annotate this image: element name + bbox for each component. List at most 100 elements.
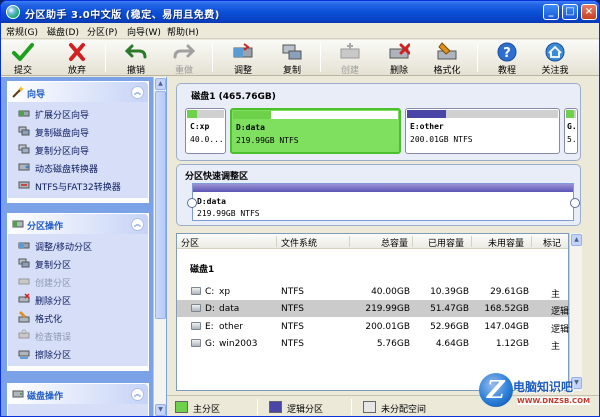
sidebar-item-label: NTFS与FAT32转换器 bbox=[35, 183, 121, 193]
legend-unallocated-label: 未分配空间 bbox=[381, 405, 427, 415]
resize-handle-left[interactable] bbox=[187, 198, 197, 208]
cell-label: xp bbox=[219, 287, 231, 297]
collapse-chevron-icon[interactable]: ︽ bbox=[131, 388, 144, 401]
menu-general[interactable]: 常规(G) bbox=[6, 25, 38, 38]
column-header-total[interactable]: 总容量 bbox=[381, 236, 408, 249]
column-header-partition[interactable]: 分区 bbox=[181, 236, 199, 249]
sidebar-scrollbar[interactable]: ▲ ▼ bbox=[153, 77, 166, 416]
column-header-filesystem[interactable]: 文件系统 bbox=[281, 236, 317, 249]
follow-button[interactable]: 关注我 bbox=[535, 41, 575, 76]
column-divider[interactable] bbox=[276, 236, 277, 247]
column-divider[interactable] bbox=[471, 236, 472, 247]
cell-filesystem: NTFS bbox=[281, 287, 304, 297]
sidebar-item-label: 创建分区 bbox=[35, 279, 72, 289]
sidebar-item-ntfs-fat32-converter[interactable]: NTFS与FAT32转换器 bbox=[8, 176, 148, 194]
tutorial-button[interactable]: ? 教程 bbox=[487, 41, 527, 76]
sidebar-item-label: 复制分区 bbox=[35, 261, 72, 271]
disk-ops-group-header[interactable]: 磁盘操作 ︽ bbox=[8, 384, 148, 404]
copy-button[interactable]: 复制 bbox=[272, 41, 312, 76]
undo-button[interactable]: 撤销 bbox=[116, 41, 156, 76]
sidebar-scrollbar-thumb[interactable] bbox=[155, 91, 166, 319]
sidebar-item-copy-disk-wizard[interactable]: 复制磁盘向导 bbox=[8, 122, 148, 140]
sidebar-item-create-partition[interactable]: 创建分区 bbox=[8, 272, 148, 290]
cell-total: 40.00GB bbox=[371, 287, 410, 297]
format-icon bbox=[18, 311, 30, 323]
column-divider[interactable] bbox=[349, 236, 350, 247]
scroll-down-arrow-icon[interactable]: ▼ bbox=[155, 404, 166, 416]
quick-resize-slider[interactable]: D:data 219.99GB NTFS bbox=[192, 183, 574, 221]
adjust-button[interactable]: 调整 bbox=[223, 41, 263, 76]
watermark-letter: Z bbox=[487, 375, 505, 404]
menu-help[interactable]: 帮助(H) bbox=[167, 25, 199, 38]
sidebar-item-label: 扩展分区向导 bbox=[35, 111, 90, 121]
redo-button[interactable]: 重做 bbox=[164, 41, 204, 76]
menu-wizard[interactable]: 向导(W) bbox=[127, 25, 161, 38]
sidebar-item-wipe-partition[interactable]: 擦除分区 bbox=[8, 344, 148, 362]
column-header-used[interactable]: 已用容量 bbox=[428, 236, 464, 249]
undo-icon bbox=[124, 42, 147, 62]
column-divider[interactable] bbox=[412, 236, 413, 247]
copy-partition-icon bbox=[18, 257, 30, 269]
drive-icon bbox=[191, 322, 201, 330]
sidebar-item-copy-partition-wizard[interactable]: 复制分区向导 bbox=[8, 140, 148, 158]
resize-partition-icon bbox=[18, 239, 30, 251]
collapse-chevron-icon[interactable]: ︽ bbox=[131, 218, 144, 231]
cell-label: other bbox=[219, 322, 243, 332]
sidebar-item-label: 删除分区 bbox=[35, 297, 72, 307]
column-header-free[interactable]: 未用容量 bbox=[488, 236, 524, 249]
disk-icon bbox=[12, 388, 24, 400]
table-row[interactable]: G: win2003 NTFS 5.76GB 4.64GB 1.12GB 主 bbox=[177, 335, 568, 352]
scroll-up-arrow-icon[interactable]: ▲ bbox=[571, 234, 582, 246]
column-divider[interactable] bbox=[531, 236, 532, 247]
resize-handle-right[interactable] bbox=[570, 198, 580, 208]
discard-button[interactable]: 放弃 bbox=[57, 41, 97, 76]
submit-button[interactable]: 提交 bbox=[3, 41, 43, 76]
partition-block[interactable]: C:xp 40.0... bbox=[185, 108, 226, 154]
wizard-group-header[interactable]: 向导 ︽ bbox=[8, 82, 148, 102]
cell-filesystem: NTFS bbox=[281, 339, 304, 349]
create-button[interactable]: 创建 bbox=[330, 41, 370, 76]
menu-disk[interactable]: 磁盘(D) bbox=[47, 25, 79, 38]
legend-primary-label: 主分区 bbox=[193, 405, 221, 415]
primary-partition-swatch bbox=[175, 401, 188, 413]
minimize-button[interactable]: _ bbox=[543, 4, 559, 20]
wizard-group-title: 向导 bbox=[27, 90, 46, 100]
sidebar-item-format[interactable]: 格式化 bbox=[8, 308, 148, 326]
sidebar-item-resize-move[interactable]: 调整/移动分区 bbox=[8, 236, 148, 254]
table-scrollbar[interactable]: ▲ ▼ bbox=[569, 233, 582, 391]
delete-partition-icon bbox=[388, 42, 411, 62]
column-header-flag[interactable]: 标记 bbox=[543, 236, 561, 249]
menu-partition[interactable]: 分区(P) bbox=[87, 25, 117, 38]
partition-usage-bar bbox=[187, 110, 197, 118]
collapse-chevron-icon[interactable]: ︽ bbox=[131, 86, 144, 99]
partition-size: 219.99GB NTFS bbox=[236, 136, 299, 145]
sidebar-item-delete-partition[interactable]: 删除分区 bbox=[8, 290, 148, 308]
disk-ops-group: 磁盘操作 ︽ bbox=[7, 383, 149, 416]
format-button[interactable]: 格式化 bbox=[427, 41, 467, 76]
table-row[interactable]: C: xp NTFS 40.00GB 10.39GB 29.61GB 主 bbox=[177, 283, 568, 300]
maximize-button[interactable]: □ bbox=[562, 4, 578, 20]
sidebar-item-label: 动态磁盘转换器 bbox=[35, 165, 99, 175]
checkmark-icon bbox=[12, 42, 34, 62]
sidebar-item-extend-wizard[interactable]: 扩展分区向导 bbox=[8, 104, 148, 122]
partition-block[interactable]: G. 5. bbox=[564, 108, 578, 154]
delete-button[interactable]: 删除 bbox=[379, 41, 419, 76]
partition-block-selected[interactable]: D:data 219.99GB NTFS bbox=[230, 108, 401, 154]
create-partition-icon bbox=[339, 42, 361, 62]
table-row-selected[interactable]: D: data NTFS 219.99GB 51.47GB 168.52GB 逻… bbox=[177, 300, 569, 317]
legend-divider bbox=[351, 399, 352, 415]
title-bar[interactable]: 分区助手 3.0中文版 (稳定、易用且免费) _ □ × bbox=[1, 1, 599, 23]
cell-total: 5.76GB bbox=[376, 339, 410, 349]
partition-ops-icon bbox=[12, 218, 24, 230]
close-button[interactable]: × bbox=[581, 4, 597, 20]
partition-block[interactable]: E:other 200.01GB NTFS bbox=[405, 108, 560, 154]
scroll-up-arrow-icon[interactable]: ▲ bbox=[155, 78, 166, 90]
sidebar-item-dynamic-disk-converter[interactable]: 动态磁盘转换器 bbox=[8, 158, 148, 176]
sidebar-item-copy-partition[interactable]: 复制分区 bbox=[8, 254, 148, 272]
create-label: 创建 bbox=[340, 66, 359, 76]
table-row[interactable]: E: other NTFS 200.01GB 52.96GB 147.04GB … bbox=[177, 318, 569, 335]
cell-free: 29.61GB bbox=[490, 287, 529, 297]
sidebar-item-check-errors[interactable]: 检查错误 bbox=[8, 326, 148, 344]
partition-ops-group-header[interactable]: 分区操作 ︽ bbox=[8, 214, 148, 234]
disk-map: 磁盘1 (465.76GB) C:xp 40.0... D:data 219.9… bbox=[176, 83, 581, 161]
